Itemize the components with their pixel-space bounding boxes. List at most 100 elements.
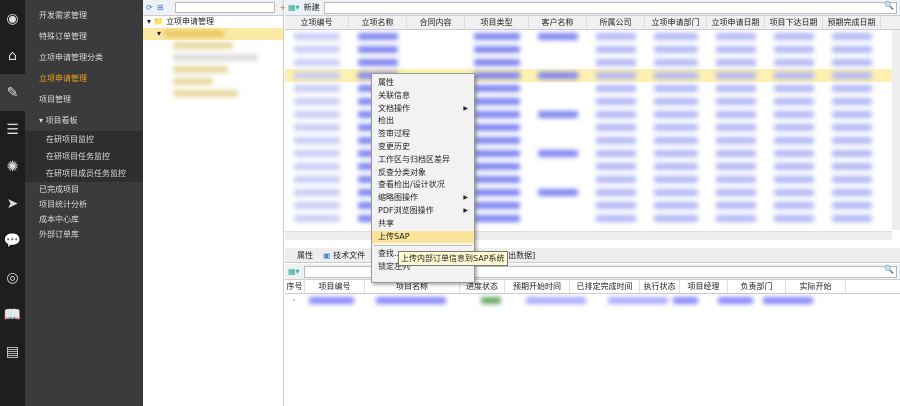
context-menu-item[interactable]: 文档操作 ▶ [372, 103, 474, 116]
table-row[interactable] [285, 56, 900, 69]
column-header[interactable]: 立项申请日期 [707, 16, 765, 29]
tree-root[interactable]: ▾ 📁 立项申请管理 [143, 16, 283, 28]
column-header[interactable]: 立项申请部门 [645, 16, 707, 29]
eye-icon[interactable]: ◉ [0, 0, 25, 37]
column-header[interactable]: 实际开始 [786, 280, 846, 293]
table-cell [765, 46, 823, 53]
chat-icon[interactable]: 💬 [0, 222, 25, 259]
search-icon[interactable]: 🔍 [884, 1, 894, 10]
context-menu-item[interactable]: 上传SAP [372, 230, 474, 244]
column-header[interactable]: 项目编号 [305, 280, 365, 293]
hierarchy-icon[interactable]: ⊞ [157, 3, 164, 12]
nav-subitem[interactable]: 在研项目监控 [25, 131, 143, 148]
context-menu-item[interactable]: 反查分类对象 [372, 167, 474, 180]
book-icon[interactable]: 📖 [0, 296, 25, 333]
tree-panel: ⟳ ⊞ + ▾ 📁 立项申请管理 ▾ [143, 0, 286, 406]
nav-item[interactable]: 项目统计分析 [25, 197, 143, 212]
vertical-scrollbar[interactable] [892, 30, 900, 230]
send-icon[interactable]: ➤ [0, 185, 25, 222]
column-header[interactable]: 项目类型 [465, 16, 529, 29]
column-header[interactable]: 合同内容 [407, 16, 465, 29]
column-header[interactable]: 项目经理 [680, 280, 728, 293]
nav-item[interactable]: 特殊订单管理 [25, 26, 143, 47]
nav-item[interactable]: 项目管理 [25, 89, 143, 110]
context-menu-item[interactable]: 签审过程 [372, 128, 474, 141]
table-cell [587, 33, 645, 40]
table-cell [645, 150, 707, 157]
context-menu-item[interactable]: 属性 [372, 77, 474, 90]
table-cell [823, 150, 881, 157]
new-button[interactable]: 新建 [304, 2, 320, 13]
table-cell [707, 98, 765, 105]
column-header[interactable]: 项目下达日期 [765, 16, 823, 29]
column-header[interactable]: 已排定完成时间 [570, 280, 640, 293]
grid-menu-icon[interactable]: ▦▾ [288, 3, 300, 12]
tab-tech-files[interactable]: ▣ 技术文件 [323, 250, 365, 261]
table-cell [587, 176, 645, 183]
nav-item[interactable]: 外部订单库 [25, 227, 143, 242]
context-menu-item[interactable]: 关联信息 [372, 90, 474, 103]
tree-node[interactable]: ▾ [143, 28, 283, 40]
nav-group-project-board[interactable]: ▾ 项目看板 [25, 110, 143, 131]
table-cell [765, 72, 823, 79]
table-cell [285, 137, 349, 144]
table-cell [645, 189, 707, 196]
nav-item[interactable]: 立项申请管理分类 [25, 47, 143, 68]
column-header[interactable]: 所属公司 [587, 16, 645, 29]
nav-subitem[interactable]: 在研项目成员任务监控 [25, 165, 143, 182]
column-header[interactable]: 立项名称 [349, 16, 407, 29]
table-cell [587, 85, 645, 92]
id-card-icon[interactable]: ▤ [0, 333, 25, 370]
edit-icon[interactable]: ✎ [0, 74, 25, 111]
tree-node[interactable] [143, 88, 283, 100]
table-cell [285, 98, 349, 105]
nav-item[interactable]: 已完成项目 [25, 182, 143, 197]
grid-menu-icon[interactable]: ▦▾ [288, 267, 300, 276]
table-cell [765, 189, 823, 196]
loading-icon[interactable]: ✺ [0, 148, 25, 185]
nav-item[interactable]: 立项申请管理 [25, 68, 143, 89]
table-row[interactable] [285, 43, 900, 56]
nav-subitem[interactable]: 在研项目任务监控 [25, 148, 143, 165]
home-icon[interactable]: ⌂ [0, 37, 25, 74]
context-menu-item[interactable]: 检出 [372, 115, 474, 128]
column-header[interactable]: 预期完成日期 [823, 16, 881, 29]
database-icon[interactable]: ☰ [0, 111, 25, 148]
column-header[interactable]: 客户名称 [529, 16, 587, 29]
column-header[interactable]: 立项编号 [285, 16, 349, 29]
column-header[interactable]: 负责部门 [728, 280, 786, 293]
tree-node[interactable] [143, 64, 283, 76]
table-cell [823, 72, 881, 79]
table-cell [707, 72, 765, 79]
table-cell [285, 72, 349, 79]
table-cell [823, 189, 881, 196]
table-cell [285, 124, 349, 131]
grid-search-input[interactable]: 🔍 [323, 1, 897, 14]
context-menu-item[interactable]: 共享 [372, 218, 474, 231]
search-icon[interactable]: 🔍 [884, 265, 894, 274]
column-header[interactable]: 预期开始时间 [505, 280, 570, 293]
tree-node[interactable] [143, 40, 283, 52]
tree-search-input[interactable] [175, 2, 276, 13]
table-cell [645, 215, 707, 222]
refresh-icon[interactable]: ⟳ [146, 3, 153, 12]
nav-item[interactable]: 开发需求管理 [25, 5, 143, 26]
context-menu-item[interactable]: PDF浏览图操作 ▶ [372, 205, 474, 218]
broadcast-icon[interactable]: ◎ [0, 259, 25, 296]
table-cell [529, 72, 587, 79]
context-menu-item[interactable]: 工作区与归档区差异 [372, 154, 474, 167]
context-menu-item[interactable]: 缩略图操作 ▶ [372, 192, 474, 205]
context-menu-item[interactable]: 变更历史 [372, 141, 474, 154]
table-cell [285, 150, 349, 157]
tree-node[interactable] [143, 76, 283, 88]
context-menu-item[interactable]: 查看检出/设计状况 [372, 179, 474, 192]
column-header[interactable]: 执行状态 [640, 280, 680, 293]
nav-item[interactable]: 成本中心库 [25, 212, 143, 227]
tree-node[interactable] [143, 52, 283, 64]
table-row[interactable]: · [285, 294, 900, 307]
table-cell [707, 111, 765, 118]
column-header[interactable]: 序号 [285, 280, 305, 293]
table-row[interactable] [285, 30, 900, 43]
table-cell [823, 111, 881, 118]
tab-properties[interactable]: 属性 [297, 250, 313, 261]
